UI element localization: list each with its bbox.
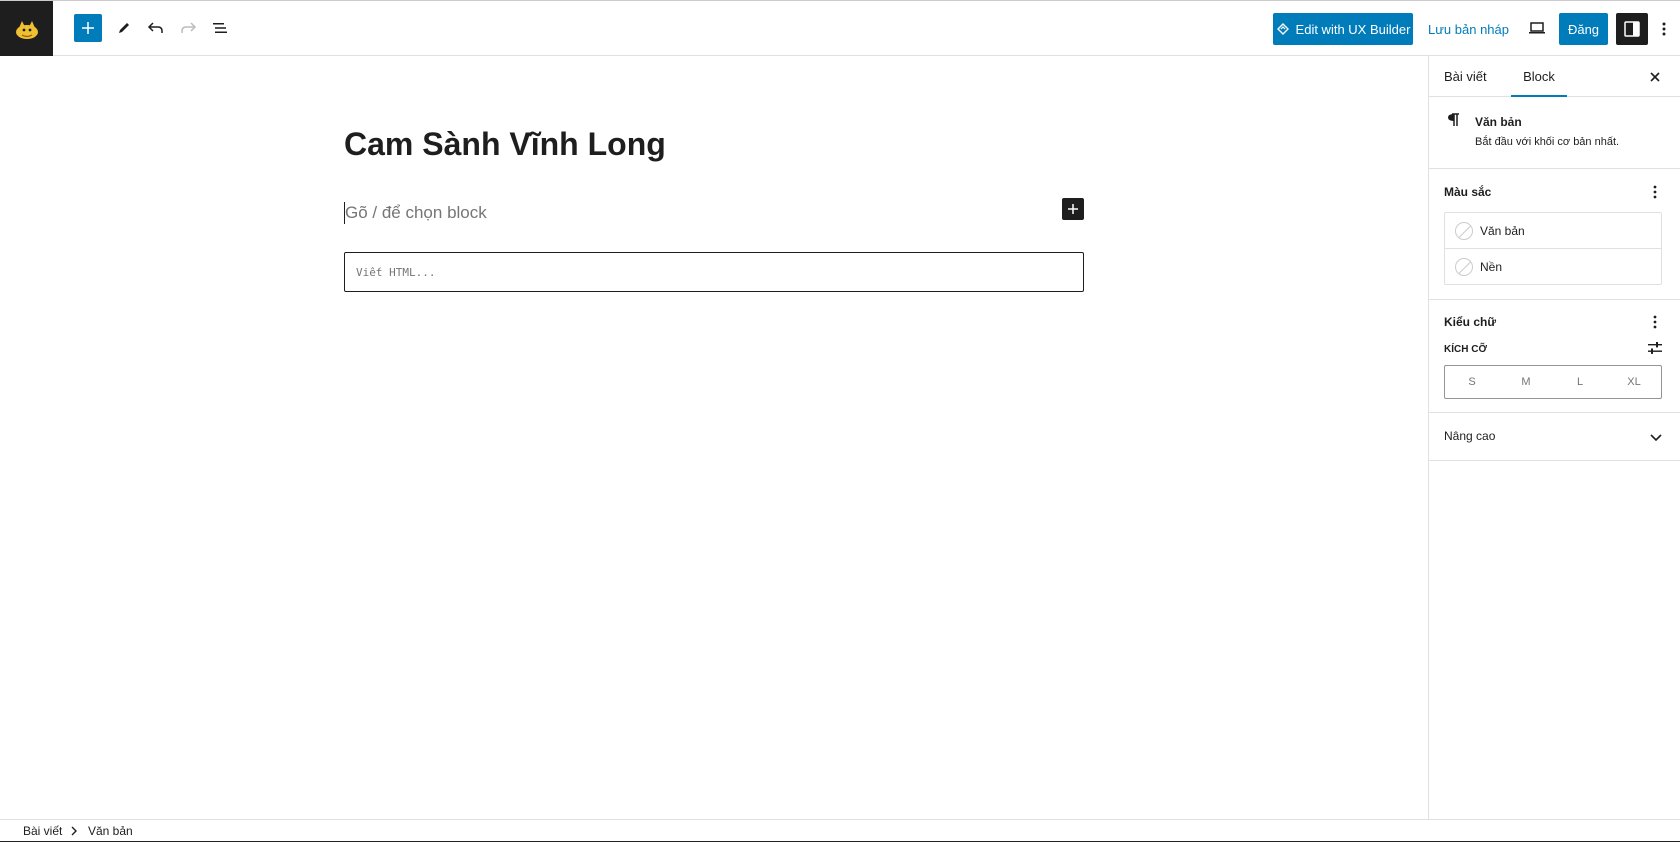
settings-button[interactable]: [1616, 13, 1648, 45]
chevron-down-icon: [1650, 434, 1662, 442]
save-draft-button[interactable]: Lưu bản nháp: [1428, 13, 1509, 45]
text-color-option[interactable]: Văn bản: [1445, 213, 1661, 249]
chevron-right-icon: [71, 826, 77, 836]
block-card-title: Văn bản: [1475, 115, 1522, 129]
paragraph-icon: [1448, 113, 1459, 126]
more-vertical-icon: [1653, 315, 1657, 329]
site-logo[interactable]: [0, 1, 53, 56]
custom-html-input[interactable]: Viết HTML...: [344, 252, 1084, 292]
editor-header: Edit with UX Builder Lưu bản nháp Đăng: [0, 0, 1680, 56]
block-breadcrumb: Bài viết Văn bản: [0, 819, 1680, 842]
pencil-icon: [119, 23, 129, 33]
empty-swatch-icon: [1455, 221, 1473, 240]
undo-icon: [147, 22, 163, 33]
edit-with-ux-builder-button[interactable]: Edit with UX Builder: [1273, 13, 1413, 45]
more-vertical-icon: [1662, 22, 1666, 36]
typography-panel-title: Kiểu chữ: [1444, 315, 1497, 329]
redo-icon: [181, 22, 197, 33]
tools-button[interactable]: [110, 14, 138, 42]
font-size-xl[interactable]: XL: [1607, 366, 1661, 398]
redo-button[interactable]: [174, 14, 202, 42]
background-color-option[interactable]: Nền: [1445, 249, 1661, 285]
font-size-m[interactable]: M: [1499, 366, 1553, 398]
ux-builder-icon: [1276, 23, 1289, 35]
ux-builder-label: Edit with UX Builder: [1295, 21, 1411, 37]
font-size-l[interactable]: L: [1553, 366, 1607, 398]
close-sidebar-button[interactable]: [1645, 67, 1665, 87]
block-add-button[interactable]: [1062, 198, 1084, 220]
desktop-preview-icon: [1529, 22, 1545, 34]
plus-icon: [1068, 204, 1078, 214]
list-view-button[interactable]: [206, 14, 234, 42]
preview-button[interactable]: [1523, 14, 1551, 42]
empty-swatch-icon: [1455, 258, 1473, 276]
font-size-picker: S M L XL: [1444, 365, 1662, 399]
font-size-s[interactable]: S: [1445, 366, 1499, 398]
divider: [1429, 299, 1680, 300]
plus-icon: [82, 22, 94, 34]
color-settings-list: Văn bản Nền: [1444, 212, 1662, 285]
custom-size-settings-icon[interactable]: [1646, 339, 1664, 357]
font-size-label: KÍCH CỠ: [1444, 344, 1487, 355]
breadcrumb-item-paragraph[interactable]: Văn bản: [88, 824, 133, 838]
breadcrumb-item-post[interactable]: Bài viết: [23, 824, 62, 838]
add-block-button[interactable]: [74, 14, 102, 42]
more-vertical-icon: [1653, 185, 1657, 199]
post-title[interactable]: Cam Sành Vĩnh Long: [344, 126, 666, 163]
tab-block[interactable]: Block: [1511, 56, 1567, 97]
background-color-label: Nền: [1480, 260, 1503, 274]
advanced-label: Nâng cao: [1444, 429, 1496, 443]
list-view-icon: [213, 23, 227, 33]
settings-sidebar: Bài viết Block Văn bản Bắt đầu với khối …: [1428, 56, 1680, 819]
color-panel-title: Màu sắc: [1444, 185, 1492, 199]
undo-button[interactable]: [142, 14, 170, 42]
block-card-description: Bắt đầu với khối cơ bản nhất.: [1475, 136, 1620, 148]
tab-post[interactable]: Bài viết: [1444, 56, 1487, 97]
sidebar-toggle-icon: [1624, 21, 1640, 37]
publish-button[interactable]: Đăng: [1559, 13, 1608, 45]
paragraph-block-placeholder[interactable]: Gõ / để chọn block: [344, 202, 487, 224]
sidebar-tabs: Bài viết Block: [1429, 56, 1680, 97]
options-button[interactable]: [1652, 15, 1676, 43]
typography-panel-options-button[interactable]: [1647, 313, 1663, 331]
text-color-label: Văn bản: [1480, 223, 1525, 238]
editor-canvas: Cam Sành Vĩnh Long Gõ / để chọn block Vi…: [0, 56, 1428, 819]
close-icon: [1650, 72, 1660, 82]
advanced-panel-toggle[interactable]: Nâng cao: [1429, 413, 1680, 461]
color-panel-options-button[interactable]: [1647, 183, 1663, 201]
block-card: Văn bản Bắt đầu với khối cơ bản nhất.: [1429, 97, 1680, 169]
cat-logo-icon: [15, 20, 38, 39]
